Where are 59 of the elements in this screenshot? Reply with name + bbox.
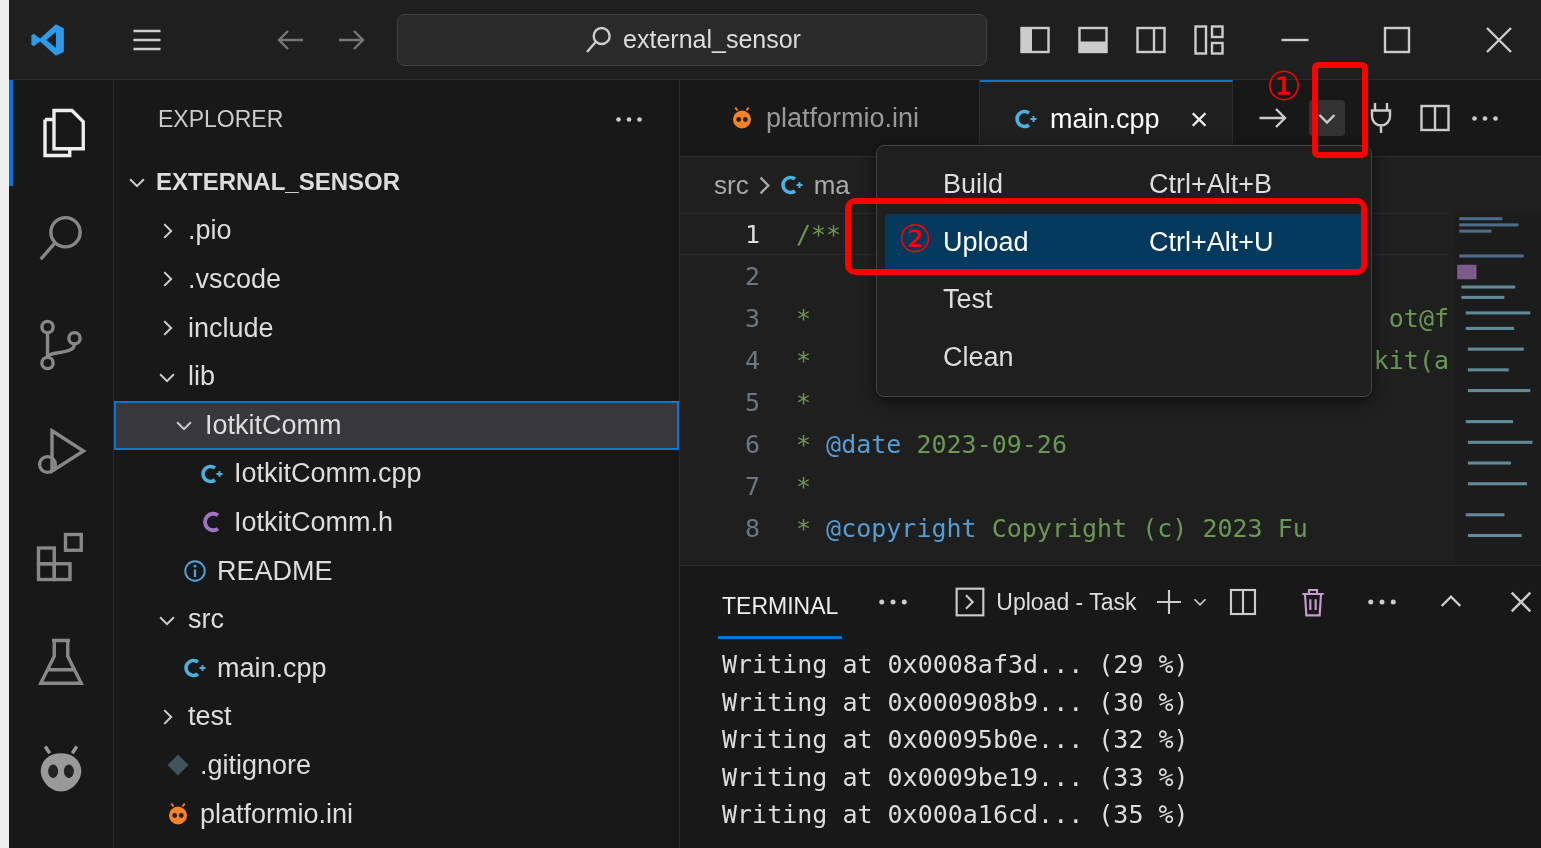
terminal-task-selector[interactable]: Upload - Task [954, 586, 1137, 618]
line-number: 2 [743, 261, 760, 291]
annotation-number: ② [898, 220, 933, 258]
cpp-file-icon [779, 173, 804, 197]
breadcrumb-item[interactable]: src [714, 169, 749, 201]
file-item[interactable]: main.cpp [114, 643, 679, 693]
line-number: 3 [743, 303, 760, 333]
line-number: 4 [743, 345, 760, 375]
alien-head-icon [730, 106, 754, 130]
terminal-line: Writing at 0x000a16cd... (35 %) [722, 799, 1190, 831]
line-number: 7 [743, 471, 760, 501]
more-actions-icon[interactable] [1471, 114, 1500, 122]
code-line: *@copyright Copyright (c) 2023 Fu [796, 513, 1308, 543]
file-item[interactable]: platformio.ini [114, 789, 679, 839]
menu-item[interactable]: Clean [885, 328, 1363, 386]
more-actions-icon[interactable] [615, 115, 643, 123]
code-line: * [796, 345, 812, 375]
file-item[interactable]: IotkitComm.cpp [114, 449, 679, 499]
code-fragment: kit(a [1373, 345, 1449, 375]
line-number: 5 [743, 387, 760, 417]
line-number: 8 [743, 513, 760, 543]
menu-item[interactable]: Build Ctrl+Alt+B [885, 156, 1363, 214]
breadcrumb-item[interactable]: ma [813, 169, 850, 201]
diamond-icon [166, 753, 190, 778]
annotation-number: ① [1266, 66, 1302, 106]
folder-item[interactable]: .pio [114, 206, 679, 256]
menu-item[interactable]: Test [885, 271, 1363, 329]
info-icon [183, 559, 207, 584]
file-item[interactable]: .gitignore [114, 741, 679, 790]
alien-head-icon [166, 802, 190, 826]
chevron-right-icon [758, 175, 770, 195]
project-folder-item[interactable]: EXTERNAL_SENSOR [114, 158, 679, 207]
folder-item[interactable]: include [114, 303, 679, 353]
file-item[interactable]: IotkitComm.h [114, 498, 679, 547]
command-search-field[interactable]: external_sensor [397, 13, 987, 66]
code-line: * [796, 303, 812, 333]
line-number: 6 [743, 429, 760, 459]
code-fragment: ot@f [1388, 303, 1449, 333]
file-item[interactable]: README [114, 546, 679, 596]
folder-item[interactable]: test [114, 692, 679, 742]
terminal-tab[interactable]: TERMINAL [718, 573, 843, 639]
terminal-icon [954, 586, 987, 618]
terminal-line: Writing at 0x000908b9... (30 %) [722, 686, 1190, 719]
terminal-line: Writing at 0x0008af3d... (29 %) [722, 649, 1190, 681]
code-line: * [796, 471, 812, 501]
terminal-line: Writing at 0x0009be19... (33 %) [722, 761, 1190, 794]
code-line: /** [796, 219, 842, 249]
folder-item[interactable]: src [114, 595, 679, 644]
explorer-title: EXPLORER [158, 105, 284, 133]
folder-item[interactable]: IotkitComm [114, 400, 679, 450]
folder-item[interactable]: .vscode [114, 255, 679, 304]
code-line: *@date 2023-09-26 [796, 429, 1067, 459]
terminal-line: Writing at 0x00095b0e... (32 %) [722, 724, 1190, 756]
folder-item[interactable]: lib [114, 352, 679, 401]
more-actions-icon[interactable] [878, 598, 909, 606]
line-number: 1 [743, 219, 760, 249]
code-line: * [796, 387, 812, 417]
cpp-file-icon [1014, 107, 1039, 131]
more-actions-icon[interactable] [1366, 598, 1397, 606]
